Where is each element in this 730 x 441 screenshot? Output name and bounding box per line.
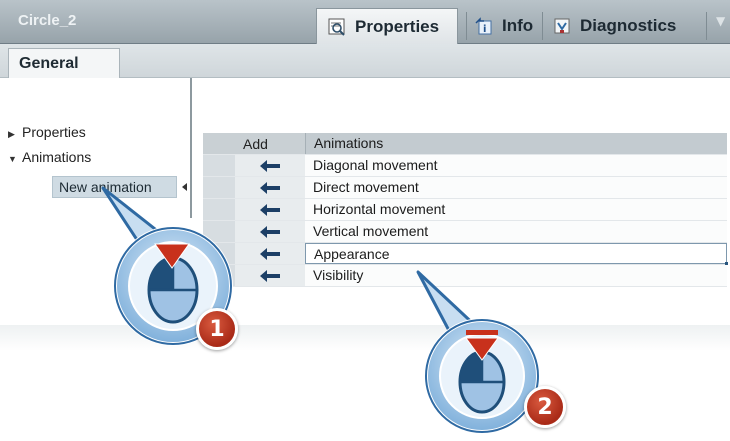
animation-name: Diagonal movement (305, 155, 727, 176)
animation-name: Appearance (305, 243, 728, 265)
add-animation-button[interactable] (235, 155, 305, 176)
expand-arrow-icon[interactable]: ▶ (8, 129, 22, 140)
tab-separator (706, 12, 707, 40)
tree-item-label: Properties (22, 124, 86, 140)
table-header-row: Add Animations (203, 133, 727, 155)
tree-item-animations[interactable]: ▼ Animations (8, 149, 91, 165)
animation-name: Horizontal movement (305, 199, 727, 220)
diagnostics-icon (552, 16, 572, 36)
collapse-arrow-icon[interactable]: ▼ (8, 154, 22, 164)
table-row[interactable]: Diagonal movement (203, 155, 727, 177)
table-row[interactable]: Horizontal movement (203, 199, 727, 221)
step-badge-2: 2 (524, 386, 566, 428)
table-row[interactable]: Direct movement (203, 177, 727, 199)
add-arrow-icon (260, 159, 280, 172)
step-badge-1: 1 (196, 308, 238, 350)
table-row[interactable]: Vertical movement (203, 221, 727, 243)
column-header-animations[interactable]: Animations (305, 133, 727, 154)
column-header-add[interactable]: Add (235, 133, 305, 154)
inspector-title-bar: Circle_2 Properties i Info Diagnostics ▼ (0, 0, 730, 44)
object-title: Circle_2 (18, 12, 77, 29)
tab-properties[interactable]: Properties (316, 8, 458, 44)
tab-info-label: Info (502, 16, 534, 35)
tab-properties-label: Properties (355, 16, 440, 36)
table-row-selected[interactable]: Appearance (203, 243, 728, 265)
tab-general[interactable]: General (8, 48, 120, 79)
mouse-icon (458, 350, 506, 414)
row-header-cell (203, 155, 235, 176)
tab-separator (466, 12, 467, 40)
info-icon: i (474, 16, 494, 36)
svg-text:i: i (483, 24, 486, 35)
animations-table: Add Animations Diagonal movement Direct … (203, 133, 728, 287)
tab-diagnostics[interactable]: Diagnostics (552, 8, 676, 44)
section-tab-row: General (0, 44, 730, 79)
row-header-cell (203, 133, 235, 154)
chevron-down-icon[interactable]: ▼ (716, 14, 730, 28)
animation-name: Vertical movement (305, 221, 727, 242)
animation-name: Direct movement (305, 177, 727, 198)
properties-icon (327, 17, 347, 37)
tab-separator (542, 12, 543, 40)
tree-item-label: Animations (22, 149, 92, 165)
tab-info[interactable]: i Info (474, 8, 533, 44)
tab-diagnostics-label: Diagnostics (580, 16, 677, 35)
tree-item-properties[interactable]: ▶ Properties (8, 124, 86, 140)
mouse-click-callout (101, 186, 233, 346)
mouse-icon (147, 256, 199, 324)
